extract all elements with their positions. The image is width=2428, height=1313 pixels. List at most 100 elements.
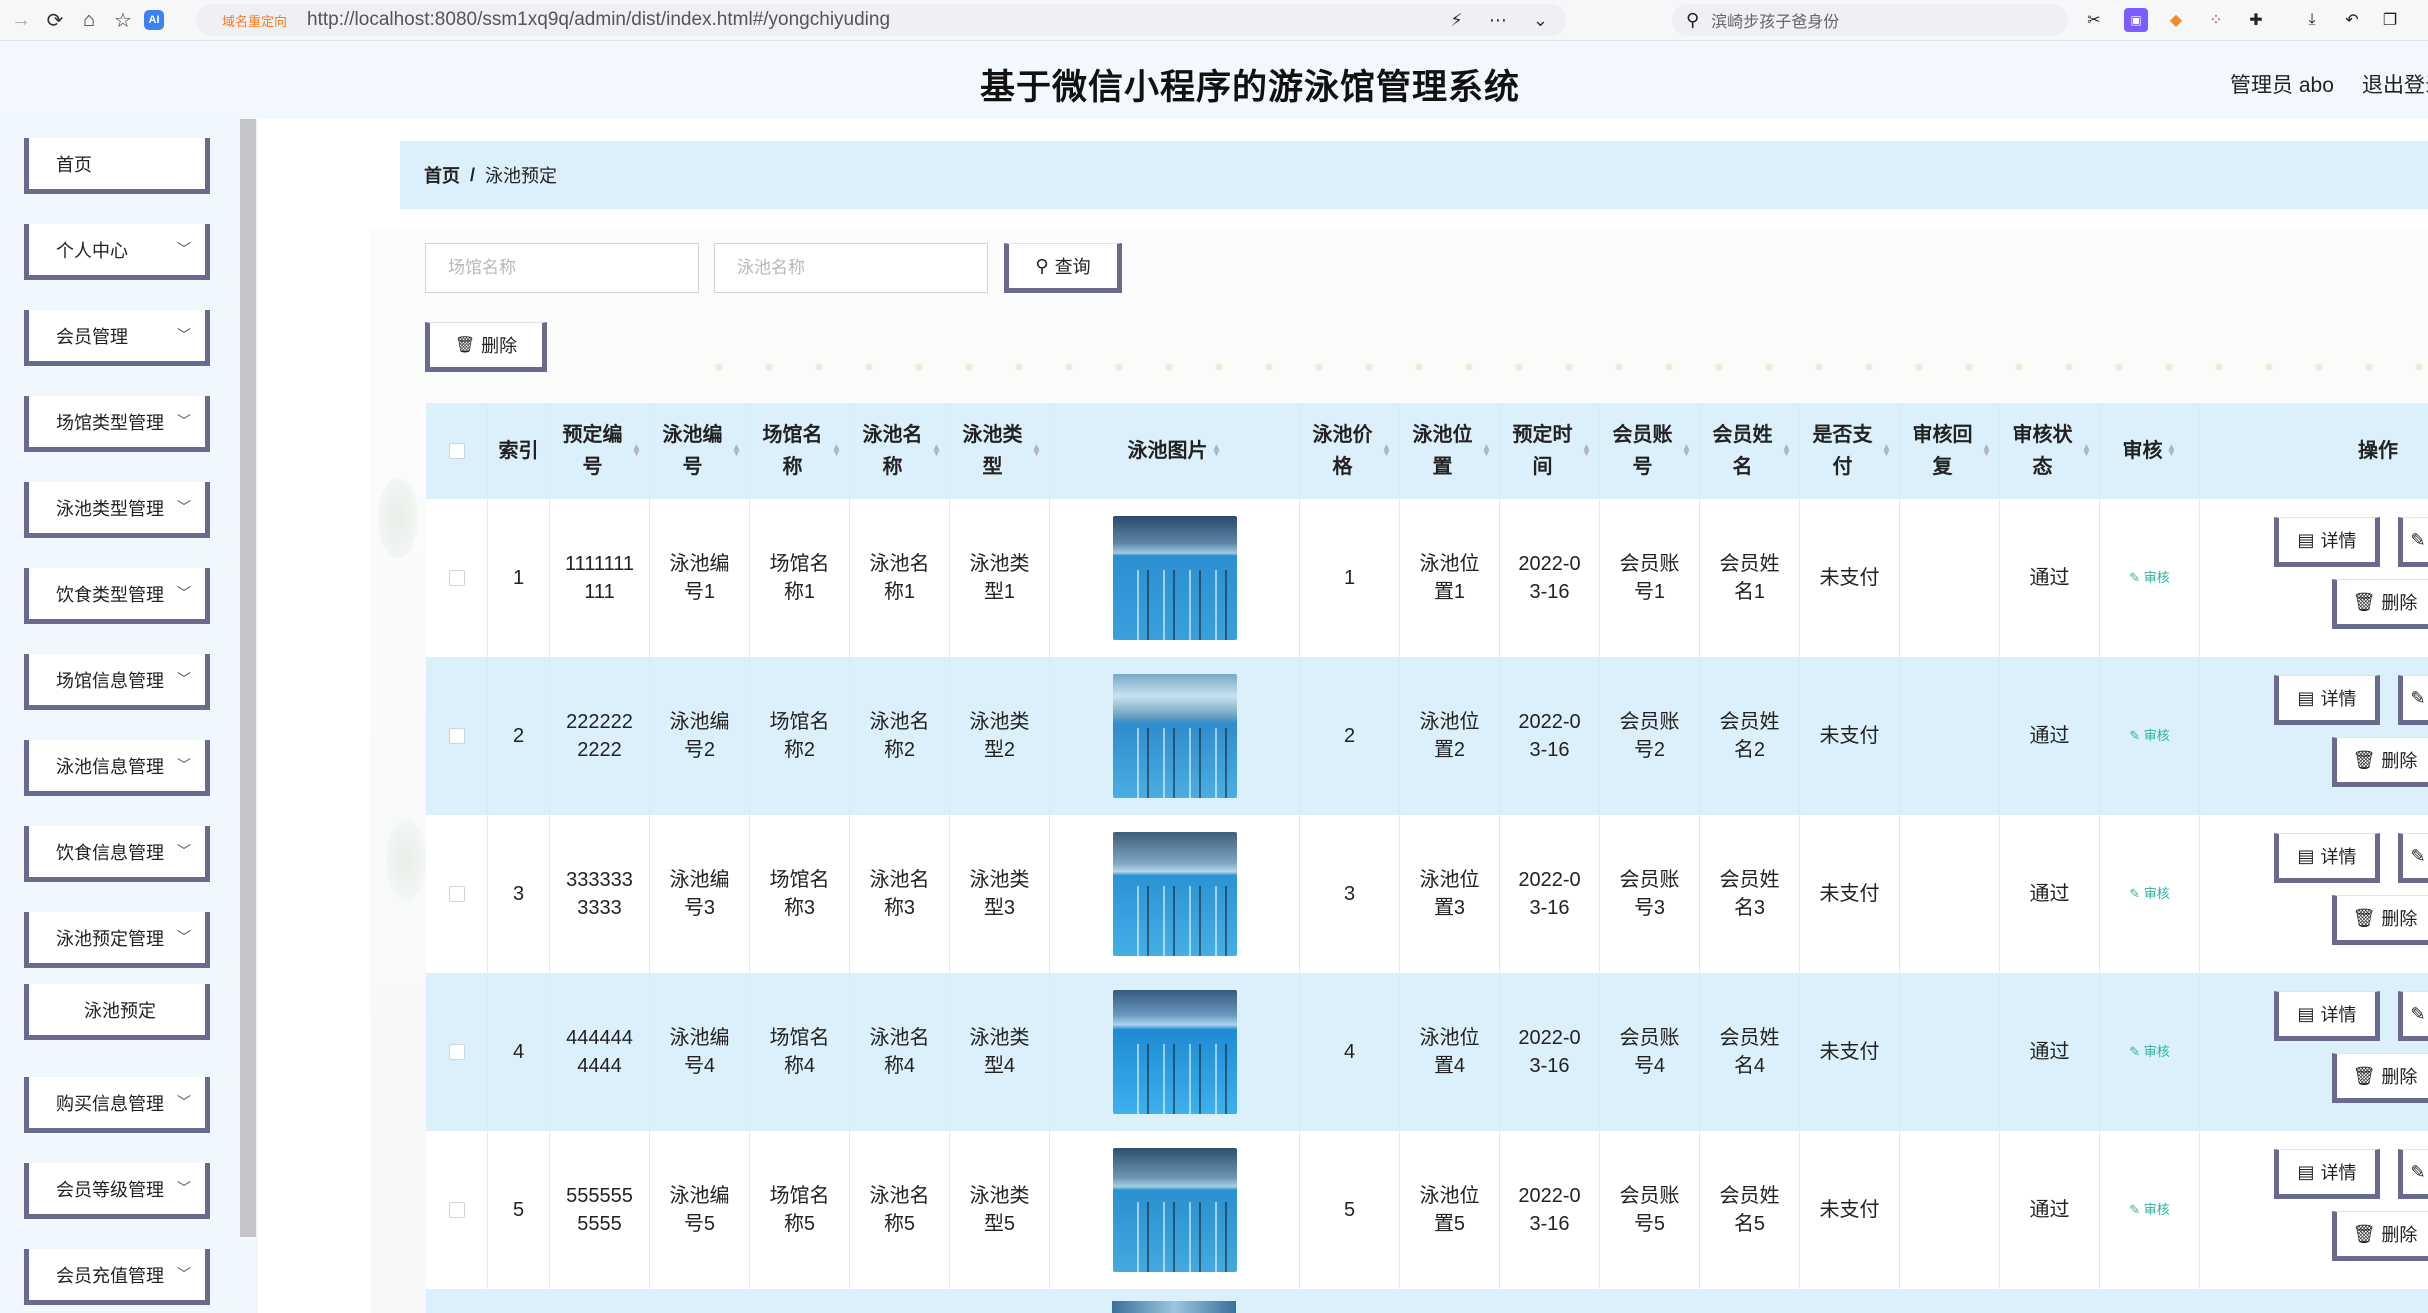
- row-delete-button[interactable]: 🗑 删除: [2332, 579, 2428, 629]
- edit-button[interactable]: ✎: [2398, 517, 2428, 567]
- sort-icon[interactable]: ▲ ▼: [1682, 443, 1692, 459]
- sidebar-item-member-recharge[interactable]: 会员充值管理 ﹀: [24, 1249, 210, 1305]
- col-member-name[interactable]: 会员姓名 ▲ ▼: [1700, 403, 1800, 499]
- extension-purple-icon[interactable]: ▣: [2124, 8, 2148, 32]
- sidebar-item-home[interactable]: 首页: [24, 138, 210, 194]
- col-pool-name[interactable]: 泳池名称 ▲ ▼: [850, 403, 950, 499]
- col-venue-name[interactable]: 场馆名称 ▲ ▼: [750, 403, 850, 499]
- sidebar-item-food-info[interactable]: 饮食信息管理 ﹀: [24, 826, 210, 882]
- col-pool-price[interactable]: 泳池价格 ▲ ▼: [1300, 403, 1400, 499]
- sidebar-item-member-levels[interactable]: 会员等级管理 ﹀: [24, 1163, 210, 1219]
- row-checkbox[interactable]: [448, 886, 465, 902]
- flash-icon[interactable]: ⚡: [1450, 10, 1463, 31]
- col-pool-location[interactable]: 泳池位置 ▲ ▼: [1400, 403, 1500, 499]
- select-all-checkbox[interactable]: [448, 443, 465, 459]
- sort-icon[interactable]: ▲ ▼: [2082, 443, 2092, 459]
- sidebar-item-food-types[interactable]: 饮食类型管理 ﹀: [24, 568, 210, 624]
- batch-delete-button[interactable]: 🗑 删除: [425, 322, 547, 372]
- audit-link[interactable]: ✎ 审核: [2129, 564, 2170, 592]
- audit-link[interactable]: ✎ 审核: [2129, 1038, 2170, 1066]
- sort-icon[interactable]: ▲ ▼: [2167, 443, 2177, 459]
- col-review[interactable]: 审核 ▲ ▼: [2100, 403, 2200, 499]
- row-delete-button[interactable]: 🗑 删除: [2332, 737, 2428, 787]
- row-checkbox-cell[interactable]: [426, 499, 488, 657]
- audit-link[interactable]: ✎ 审核: [2129, 880, 2170, 908]
- sort-icon[interactable]: ▲ ▼: [1212, 443, 1222, 459]
- detail-button[interactable]: ▤ 详情: [2274, 675, 2380, 725]
- audit-link[interactable]: ✎ 审核: [2129, 722, 2170, 750]
- row-delete-button[interactable]: 🗑 删除: [2332, 1053, 2428, 1103]
- row-checkbox[interactable]: [448, 570, 465, 586]
- sort-icon[interactable]: ▲ ▼: [1032, 443, 1042, 459]
- chevron-down-icon[interactable]: ⌄: [1533, 10, 1548, 31]
- sidebar-item-members[interactable]: 会员管理 ﹀: [24, 310, 210, 366]
- col-paid[interactable]: 是否支付 ▲ ▼: [1800, 403, 1900, 499]
- sidebar-item-pool-info[interactable]: 泳池信息管理 ﹀: [24, 740, 210, 796]
- pool-image[interactable]: [1112, 832, 1237, 956]
- sort-icon[interactable]: ▲ ▼: [1882, 443, 1892, 459]
- scissors-icon[interactable]: ✂: [2082, 8, 2106, 32]
- more-icon[interactable]: ⋯: [1489, 10, 1507, 31]
- download-icon[interactable]: ⤓: [2300, 8, 2324, 32]
- sort-icon[interactable]: ▲ ▼: [932, 443, 942, 459]
- puzzle-icon[interactable]: ✚: [2244, 8, 2268, 32]
- col-booking-time[interactable]: 预定时间 ▲ ▼: [1500, 403, 1600, 499]
- sidebar-item-profile[interactable]: 个人中心 ﹀: [24, 224, 210, 280]
- pool-image[interactable]: [1112, 1148, 1237, 1272]
- sidebar-scrollbar[interactable]: [240, 119, 256, 1237]
- row-checkbox-cell[interactable]: [426, 973, 488, 1131]
- col-pool-no[interactable]: 泳池编号 ▲ ▼: [650, 403, 750, 499]
- sort-icon[interactable]: ▲ ▼: [732, 443, 742, 459]
- detail-button[interactable]: ▤ 详情: [2274, 991, 2380, 1041]
- row-checkbox[interactable]: [448, 1044, 465, 1060]
- col-pool-type[interactable]: 泳池类型 ▲ ▼: [950, 403, 1050, 499]
- sidebar-item-venue-types[interactable]: 场馆类型管理 ﹀: [24, 396, 210, 452]
- sidebar-item-pool-types[interactable]: 泳池类型管理 ﹀: [24, 482, 210, 538]
- pool-image[interactable]: [1112, 990, 1237, 1114]
- row-delete-button[interactable]: 🗑 删除: [2332, 1211, 2428, 1261]
- col-review-reply[interactable]: 审核回复 ▲ ▼: [1900, 403, 2000, 499]
- sort-icon[interactable]: ▲ ▼: [632, 443, 642, 459]
- extension-fox-icon[interactable]: ◆: [2164, 8, 2188, 32]
- row-checkbox-cell[interactable]: [426, 1131, 488, 1289]
- query-button[interactable]: ⚲ 查询: [1004, 243, 1122, 293]
- undo-icon[interactable]: ↶: [2340, 8, 2364, 32]
- favorites-icon[interactable]: ☆: [110, 7, 136, 33]
- col-review-status[interactable]: 审核状态 ▲ ▼: [2000, 403, 2100, 499]
- pool-name-input-box[interactable]: [714, 243, 988, 293]
- sort-icon[interactable]: ▲ ▼: [1482, 443, 1492, 459]
- col-booking-no[interactable]: 预定编号 ▲ ▼: [550, 403, 650, 499]
- edit-button[interactable]: ✎: [2398, 833, 2428, 883]
- row-delete-button[interactable]: 🗑 删除: [2332, 895, 2428, 945]
- sidebar-item-venue-info[interactable]: 场馆信息管理 ﹀: [24, 654, 210, 710]
- extension-dots-icon[interactable]: ⁘: [2204, 8, 2228, 32]
- pool-image[interactable]: [1112, 1301, 1236, 1313]
- detail-button[interactable]: ▤ 详情: [2274, 517, 2380, 567]
- detail-button[interactable]: ▤ 详情: [2274, 833, 2380, 883]
- sort-icon[interactable]: ▲ ▼: [1582, 443, 1592, 459]
- ai-icon[interactable]: AI: [144, 10, 164, 30]
- sort-icon[interactable]: ▲ ▼: [1382, 443, 1392, 459]
- sort-icon[interactable]: ▲ ▼: [1782, 443, 1792, 459]
- pool-name-input[interactable]: [735, 257, 969, 279]
- venue-name-input[interactable]: [446, 257, 680, 279]
- url-text[interactable]: http://localhost:8080/ssm1xq9q/admin/dis…: [307, 9, 890, 31]
- reload-icon[interactable]: ⟳: [42, 7, 68, 33]
- sidebar-item-pool-booking[interactable]: 泳池预定: [24, 984, 210, 1040]
- row-checkbox-cell[interactable]: [426, 657, 488, 815]
- edit-button[interactable]: ✎: [2398, 991, 2428, 1041]
- edit-button[interactable]: ✎: [2398, 1149, 2428, 1199]
- browser-search-box[interactable]: ⚲ 滨崎步孩子爸身份: [1672, 4, 2068, 36]
- sort-icon[interactable]: ▲ ▼: [832, 443, 842, 459]
- col-member-account[interactable]: 会员账号 ▲ ▼: [1600, 403, 1700, 499]
- col-pool-image[interactable]: 泳池图片 ▲ ▼: [1050, 403, 1300, 499]
- breadcrumb-home[interactable]: 首页: [424, 162, 460, 188]
- pool-image[interactable]: [1112, 516, 1237, 640]
- pool-image[interactable]: [1112, 674, 1237, 798]
- copy-icon[interactable]: ❐: [2378, 8, 2402, 32]
- select-all-checkbox-cell[interactable]: [426, 403, 488, 499]
- venue-name-input-box[interactable]: [425, 243, 699, 293]
- edit-button[interactable]: ✎: [2398, 675, 2428, 725]
- detail-button[interactable]: ▤ 详情: [2274, 1149, 2380, 1199]
- back-arrow-icon[interactable]: →: [8, 7, 34, 33]
